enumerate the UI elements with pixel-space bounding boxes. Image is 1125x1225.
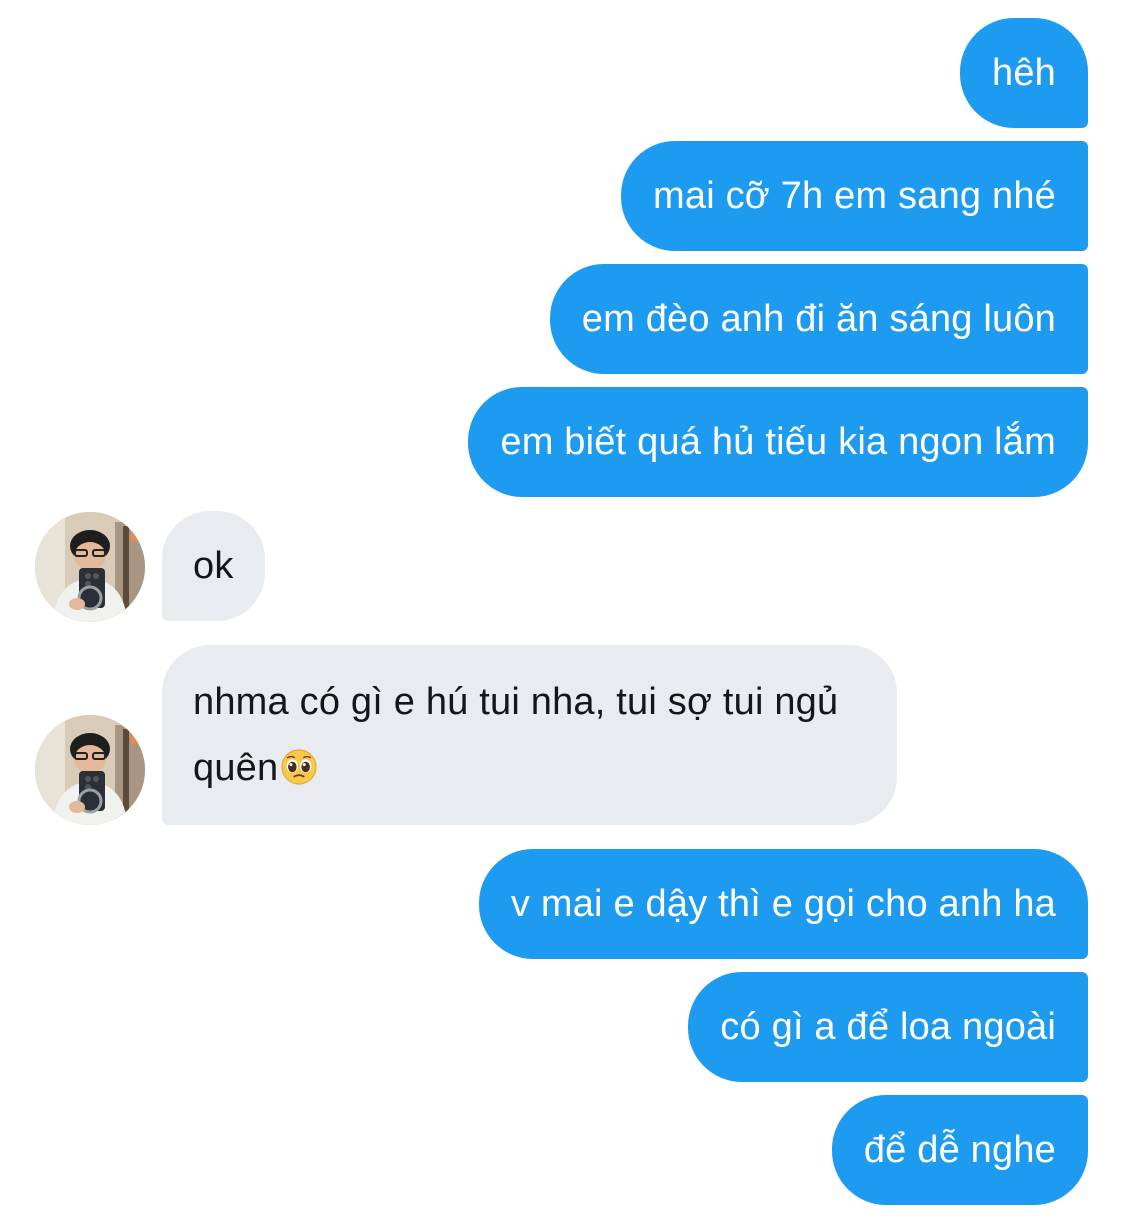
message-bubble-outgoing[interactable]: v mai e dậy thì e gọi cho anh ha	[478, 849, 1088, 959]
message-bubble-incoming[interactable]: ok	[162, 511, 265, 621]
message-text: có gì a để loa ngoài	[720, 1006, 1056, 1048]
contact-avatar[interactable]	[35, 512, 145, 622]
message-text: hêh	[991, 52, 1056, 94]
message-text: em biết quá hủ tiếu kia ngon lắm	[500, 421, 1056, 463]
message-bubble-outgoing[interactable]: có gì a để loa ngoài	[688, 972, 1088, 1082]
message-bubble-outgoing[interactable]: mai cỡ 7h em sang nhé	[621, 141, 1088, 251]
message-bubble-outgoing[interactable]: em biết quá hủ tiếu kia ngon lắm	[468, 387, 1088, 497]
message-text: để dễ nghe	[863, 1129, 1056, 1171]
message-text: nhma có gì e hú tui nha, tui sợ tui ngủ …	[193, 669, 866, 801]
contact-avatar[interactable]	[35, 715, 145, 825]
pleading-face-icon	[281, 749, 317, 785]
message-text: ok	[193, 545, 234, 587]
message-bubble-incoming[interactable]: nhma có gì e hú tui nha, tui sợ tui ngủ …	[162, 645, 897, 825]
message-text: em đèo anh đi ăn sáng luôn	[581, 298, 1056, 340]
message-text: mai cỡ 7h em sang nhé	[653, 175, 1056, 217]
message-text: v mai e dậy thì e gọi cho anh ha	[510, 883, 1056, 925]
avatar-photo-icon	[35, 512, 145, 622]
message-bubble-outgoing[interactable]: hêh	[959, 18, 1088, 128]
avatar-photo-icon	[35, 715, 145, 825]
message-bubble-outgoing[interactable]: em đèo anh đi ăn sáng luôn	[549, 264, 1088, 374]
message-bubble-outgoing[interactable]: để dễ nghe	[831, 1095, 1088, 1205]
